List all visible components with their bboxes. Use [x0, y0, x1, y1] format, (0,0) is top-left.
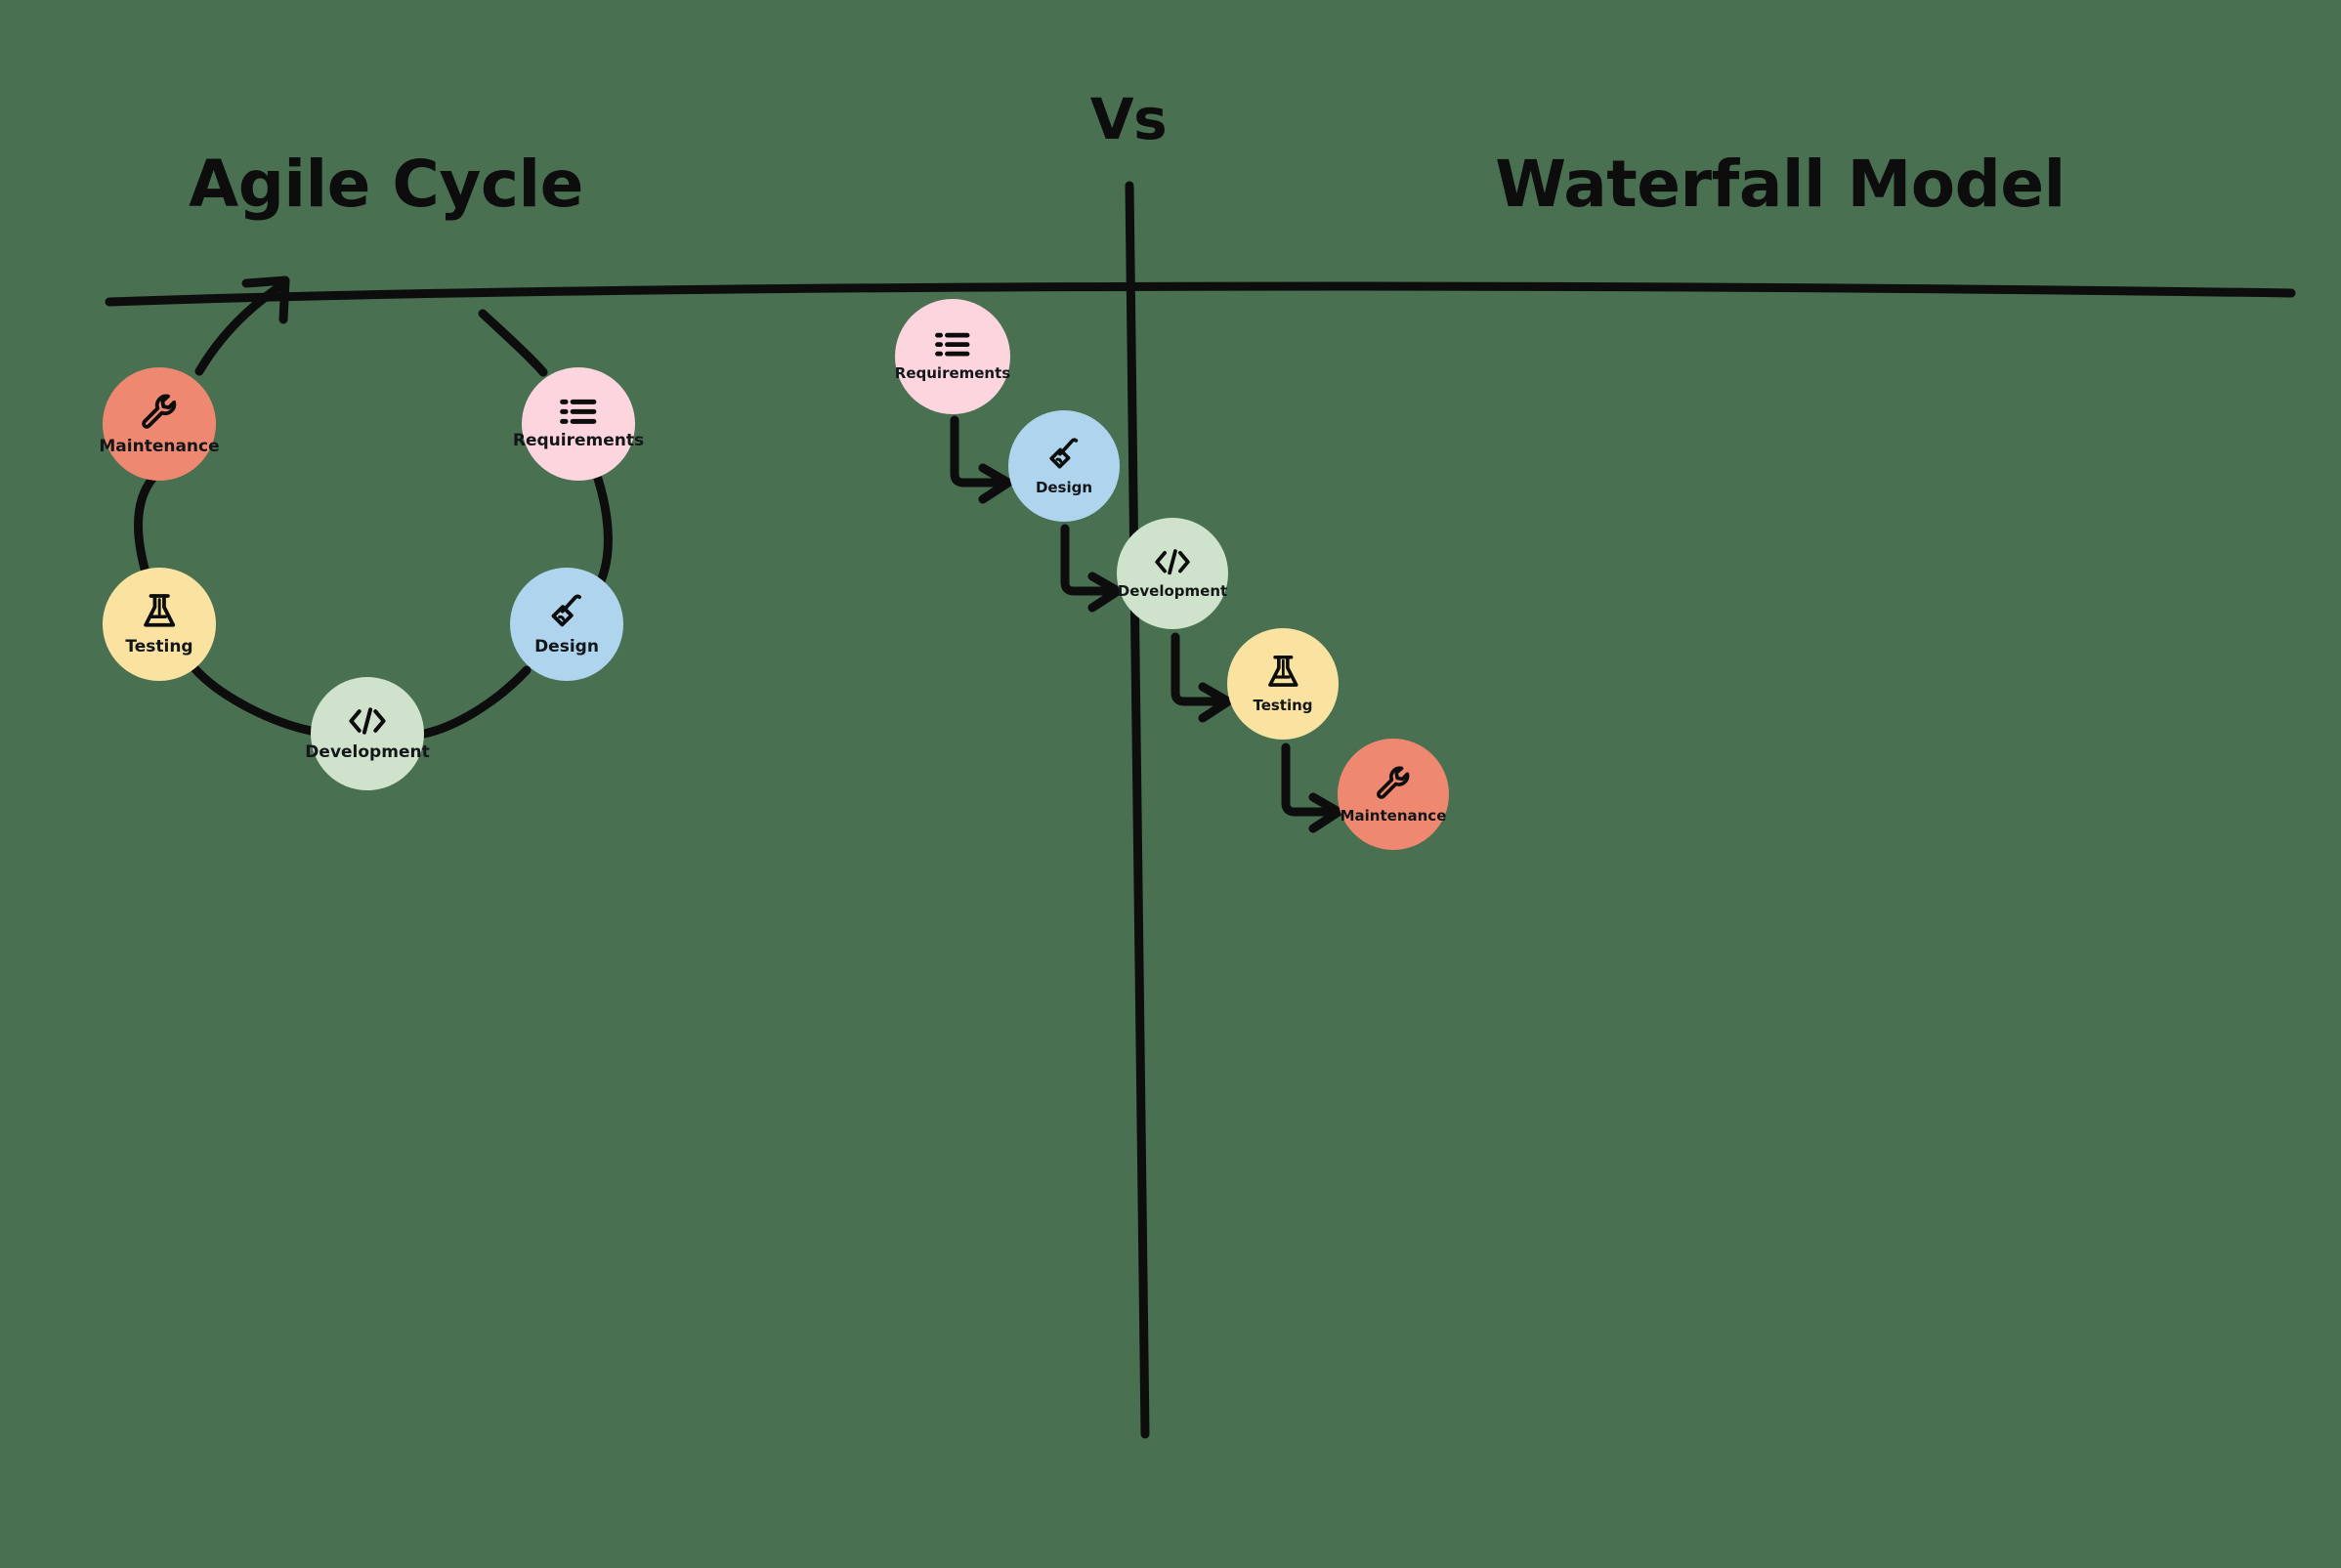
- node-label: Development: [305, 742, 430, 762]
- node-label: Design: [1035, 479, 1093, 496]
- agile-arc-into-requirements: [478, 309, 548, 377]
- node-agile-development[interactable]: Development: [305, 677, 430, 790]
- horizontal-divider-line: [105, 281, 2296, 307]
- node-waterfall-design[interactable]: Design: [1008, 410, 1120, 522]
- waterfall-arrow-development-to-testing: [1170, 632, 1223, 706]
- node-label: Development: [1117, 582, 1228, 601]
- wrench-icon: [1375, 764, 1412, 801]
- node-waterfall-maintenance[interactable]: Maintenance: [1338, 739, 1449, 850]
- waterfall-arrowhead-4-icon: [1308, 792, 1343, 833]
- bullet-list-icon: [934, 331, 971, 358]
- waterfall-arrow-requirements-to-design: [950, 415, 1003, 487]
- node-label: Requirements: [512, 431, 645, 451]
- versus-label: Vs: [1089, 86, 1168, 152]
- waterfall-arrowhead-2-icon: [1087, 572, 1123, 613]
- node-label: Requirements: [894, 363, 1011, 382]
- diagram-canvas: Agile Cycle Vs Waterfall Model Requireme…: [0, 0, 2341, 1568]
- node-agile-design[interactable]: Design: [510, 568, 623, 681]
- page-title-waterfall: Waterfall Model: [1495, 147, 2065, 222]
- paint-brush-icon: [1045, 436, 1083, 473]
- node-label: Design: [534, 637, 599, 657]
- agile-arc-design-to-development: [419, 665, 532, 739]
- node-agile-requirements[interactable]: Requirements: [513, 367, 644, 481]
- node-label: Maintenance: [1340, 807, 1447, 825]
- waterfall-arrow-testing-to-maintenance: [1281, 742, 1334, 817]
- agile-arc-maintenance-to-requirements: [194, 279, 288, 376]
- node-waterfall-requirements[interactable]: Requirements: [895, 299, 1010, 414]
- flask-icon: [143, 592, 176, 631]
- wrench-icon: [140, 392, 179, 431]
- paint-brush-icon: [547, 592, 586, 631]
- page-title-agile: Agile Cycle: [189, 147, 583, 222]
- node-waterfall-testing[interactable]: Testing: [1227, 628, 1339, 740]
- code-brackets-icon: [348, 705, 387, 737]
- agile-arc-testing-to-maintenance: [133, 474, 157, 573]
- agile-arrowhead-icon: [241, 275, 290, 324]
- node-label: Maintenance: [99, 437, 220, 456]
- bullet-list-icon: [559, 398, 598, 426]
- waterfall-arrow-design-to-development: [1060, 524, 1113, 596]
- waterfall-arrowhead-1-icon: [978, 463, 1013, 504]
- waterfall-arrowhead-3-icon: [1198, 682, 1233, 723]
- agile-arc-requirements-to-design: [593, 474, 613, 588]
- node-agile-testing[interactable]: Testing: [103, 568, 216, 681]
- node-label: Testing: [125, 637, 193, 657]
- node-label: Testing: [1253, 697, 1313, 714]
- code-brackets-icon: [1154, 547, 1191, 576]
- node-agile-maintenance[interactable]: Maintenance: [99, 367, 220, 481]
- node-waterfall-development[interactable]: Development: [1117, 518, 1228, 629]
- flask-icon: [1267, 654, 1299, 691]
- vertical-divider-line: [1125, 181, 1150, 1439]
- agile-arc-development-to-testing: [190, 663, 316, 736]
